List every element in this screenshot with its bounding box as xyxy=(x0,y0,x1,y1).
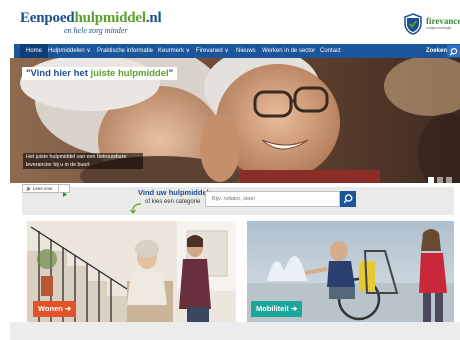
search-title: Vind uw hulpmiddel xyxy=(138,188,209,197)
header: Eenpoedhulpmiddel.nl en hele zorg minder… xyxy=(0,0,460,44)
category-card-mobiliteit[interactable]: Mobiliteit ➔ xyxy=(247,221,454,322)
footer-strip xyxy=(10,322,460,340)
hero-quote: "Vind hier het juiste hulpmiddel" xyxy=(22,67,178,80)
nav-item-werken-in-de-sector[interactable]: Werken in de sector xyxy=(262,44,315,58)
category-button-mobiliteit[interactable]: Mobiliteit ➔ xyxy=(251,301,303,317)
logo-text: Eenpoedhulpmiddel.nl xyxy=(20,11,162,26)
quote-part-c: " xyxy=(168,68,174,79)
logo-part-b: hulpmiddel xyxy=(74,10,146,26)
nav-item-praktische-informatie[interactable]: Praktische informatie xyxy=(97,44,153,58)
category-button-wonen[interactable]: Wonen ➔ xyxy=(33,301,77,317)
logo-part-a: Eenpoed xyxy=(20,10,75,26)
carousel-dots xyxy=(425,170,452,183)
nav-item-keurmerk[interactable]: Keurmerk ∨ xyxy=(158,44,190,58)
carousel-dot[interactable] xyxy=(437,177,443,183)
partner-subtitle: zorgtechnologie xyxy=(426,26,452,30)
hero-caption: Het juiste hulpmiddel van een betrouwbar… xyxy=(23,153,143,169)
search-input[interactable] xyxy=(205,191,340,207)
search-subtitle: of kies een categorie xyxy=(145,199,201,205)
partner-name: firevanced xyxy=(426,17,460,26)
quote-part-b: juiste hulpmiddel xyxy=(90,68,169,79)
readspeaker-play[interactable] xyxy=(58,185,69,197)
nav-item-contact[interactable]: Contact xyxy=(320,44,341,58)
curved-arrow-icon xyxy=(130,203,142,214)
nav-search-label[interactable]: Zoeken xyxy=(426,44,447,58)
category-card-wonen[interactable]: Wonen ➔ xyxy=(27,221,236,322)
page: Eenpoedhulpmiddel.nl en hele zorg minder… xyxy=(0,0,460,340)
logo-tagline: en hele zorg minder xyxy=(64,26,128,35)
logo-part-c: .nl xyxy=(145,10,162,26)
nav-search-button[interactable] xyxy=(447,45,460,57)
hero-banner[interactable]: "Vind hier het juiste hulpmiddel" Het ju… xyxy=(10,58,460,183)
site-logo[interactable]: Eenpoedhulpmiddel.nl en hele zorg minder xyxy=(20,11,162,36)
quote-part-a: "Vind hier het xyxy=(26,68,91,79)
search-icon xyxy=(449,47,458,56)
keurmerk-shield-icon[interactable] xyxy=(404,13,422,35)
main-nav: Home Hulpmiddelen ∨ Praktische informati… xyxy=(14,44,460,58)
partner-logo[interactable]: firevanced zorgtechnologie xyxy=(426,17,460,37)
search-icon xyxy=(343,194,353,204)
nav-item-hulpmiddelen[interactable]: Hulpmiddelen ∨ xyxy=(48,44,91,58)
nav-item-firevaned[interactable]: Firevaned ∨ xyxy=(196,44,229,58)
play-icon xyxy=(63,192,67,197)
carousel-dot[interactable] xyxy=(428,177,434,183)
carousel-dot[interactable] xyxy=(446,177,452,183)
search-button[interactable] xyxy=(340,191,356,207)
nav-item-home[interactable]: Home xyxy=(20,44,49,58)
nav-item-nieuws[interactable]: Nieuws xyxy=(236,44,256,58)
